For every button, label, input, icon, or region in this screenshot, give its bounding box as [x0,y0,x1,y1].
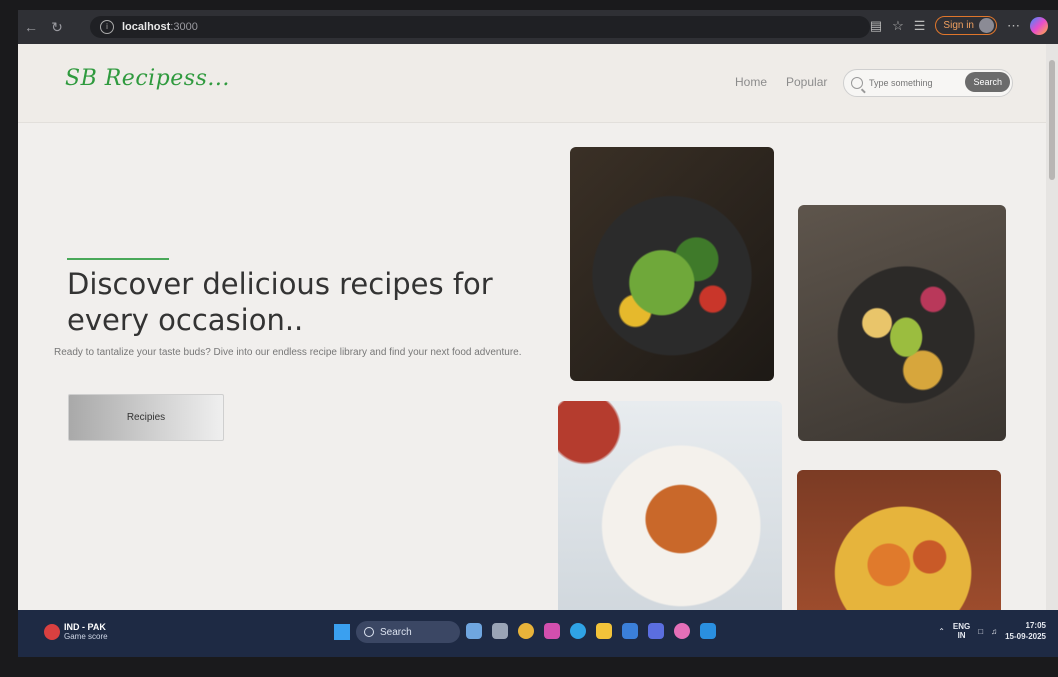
cricket-icon [44,624,60,640]
taskbar-search[interactable]: Search [356,621,460,643]
sign-in-button[interactable]: Sign in [935,16,997,35]
search-button[interactable]: Search [965,72,1010,92]
region-code: IN [957,631,966,640]
site-logo[interactable]: SB Recipess... [65,66,230,91]
windows-start-icon[interactable] [334,624,350,640]
site-info-icon[interactable]: i [100,20,114,34]
headline-accent-line [67,258,169,260]
favorites-icon[interactable]: ☰ [914,18,926,34]
taskbar-apps [466,623,716,639]
site-search: Search [843,69,1013,97]
loaded-fries-image [558,401,782,628]
url-port: :3000 [170,21,198,33]
app-icon[interactable] [674,623,690,639]
clock[interactable]: 17:05 15-09-2025 [1005,620,1046,642]
monitor-screen: ← ↻ i localhost :3000 ▤ ☆ ☰ Sign in ⋯ SB… [18,10,1058,657]
back-icon[interactable]: ← [18,19,44,35]
file-explorer-icon[interactable] [596,623,612,639]
taskbar-search-icon [364,627,374,637]
network-icon[interactable]: □ [978,627,983,636]
recipes-button[interactable]: Recipies [68,394,224,441]
search-icon [851,77,863,89]
windows-taskbar: IND - PAK Game score Search ⌃ ENG IN □ ♫… [18,610,1058,657]
search-input[interactable] [867,77,976,89]
more-menu-icon[interactable]: ⋯ [1007,18,1020,34]
nav-popular-link[interactable]: Popular [786,75,827,89]
language-code: ENG [952,622,971,631]
show-hidden-icons-icon[interactable]: ⌃ [938,627,945,636]
task-view-icon[interactable] [492,623,508,639]
page-scrollbar[interactable] [1046,44,1058,628]
sign-in-label: Sign in [943,20,974,31]
store-icon[interactable] [622,623,638,639]
url-host: localhost [122,21,171,33]
teams-icon[interactable] [648,623,664,639]
taskbar-search-label: Search [380,626,412,638]
news-widget[interactable]: IND - PAK Game score [44,622,108,642]
system-tray: ⌃ ENG IN □ ♫ 17:05 15-09-2025 [938,620,1046,642]
language-indicator[interactable]: ENG IN [953,622,970,640]
copilot-icon[interactable] [1030,16,1048,35]
hero-headline: Discover delicious recipes for every occ… [67,267,493,337]
nav-home-link[interactable]: Home [735,75,767,89]
vegetable-bowl-image [798,205,1006,441]
widget-subtitle: Game score [64,632,108,641]
biryani-image [797,470,1001,628]
web-page: SB Recipess... Home Popular Search Disco… [18,44,1046,628]
favorite-star-icon[interactable]: ☆ [892,18,904,34]
address-bar[interactable]: i localhost :3000 [90,16,870,38]
scrollbar-thumb[interactable] [1049,60,1055,180]
reader-view-icon[interactable]: ▤ [870,18,882,34]
hero-subtext: Ready to tantalize your taste buds? Dive… [54,347,522,358]
widgets-icon[interactable] [466,623,482,639]
chrome-icon[interactable] [518,623,534,639]
browser-toolbar: ← ↻ i localhost :3000 ▤ ☆ ☰ Sign in ⋯ [18,10,1058,44]
vscode-icon[interactable] [700,623,716,639]
copilot-taskbar-icon[interactable] [544,623,560,639]
refresh-icon[interactable]: ↻ [44,19,70,36]
volume-icon[interactable]: ♫ [991,627,997,636]
edge-icon[interactable] [570,623,586,639]
profile-avatar-icon [979,18,994,33]
browser-actions: ▤ ☆ ☰ Sign in ⋯ [870,16,1048,35]
clock-date: 15-09-2025 [1005,632,1046,641]
stir-fry-vegetables-image [570,147,774,381]
clock-time: 17:05 [1025,621,1046,630]
widget-title: IND - PAK [64,622,106,632]
site-header: SB Recipess... Home Popular Search [18,44,1046,123]
